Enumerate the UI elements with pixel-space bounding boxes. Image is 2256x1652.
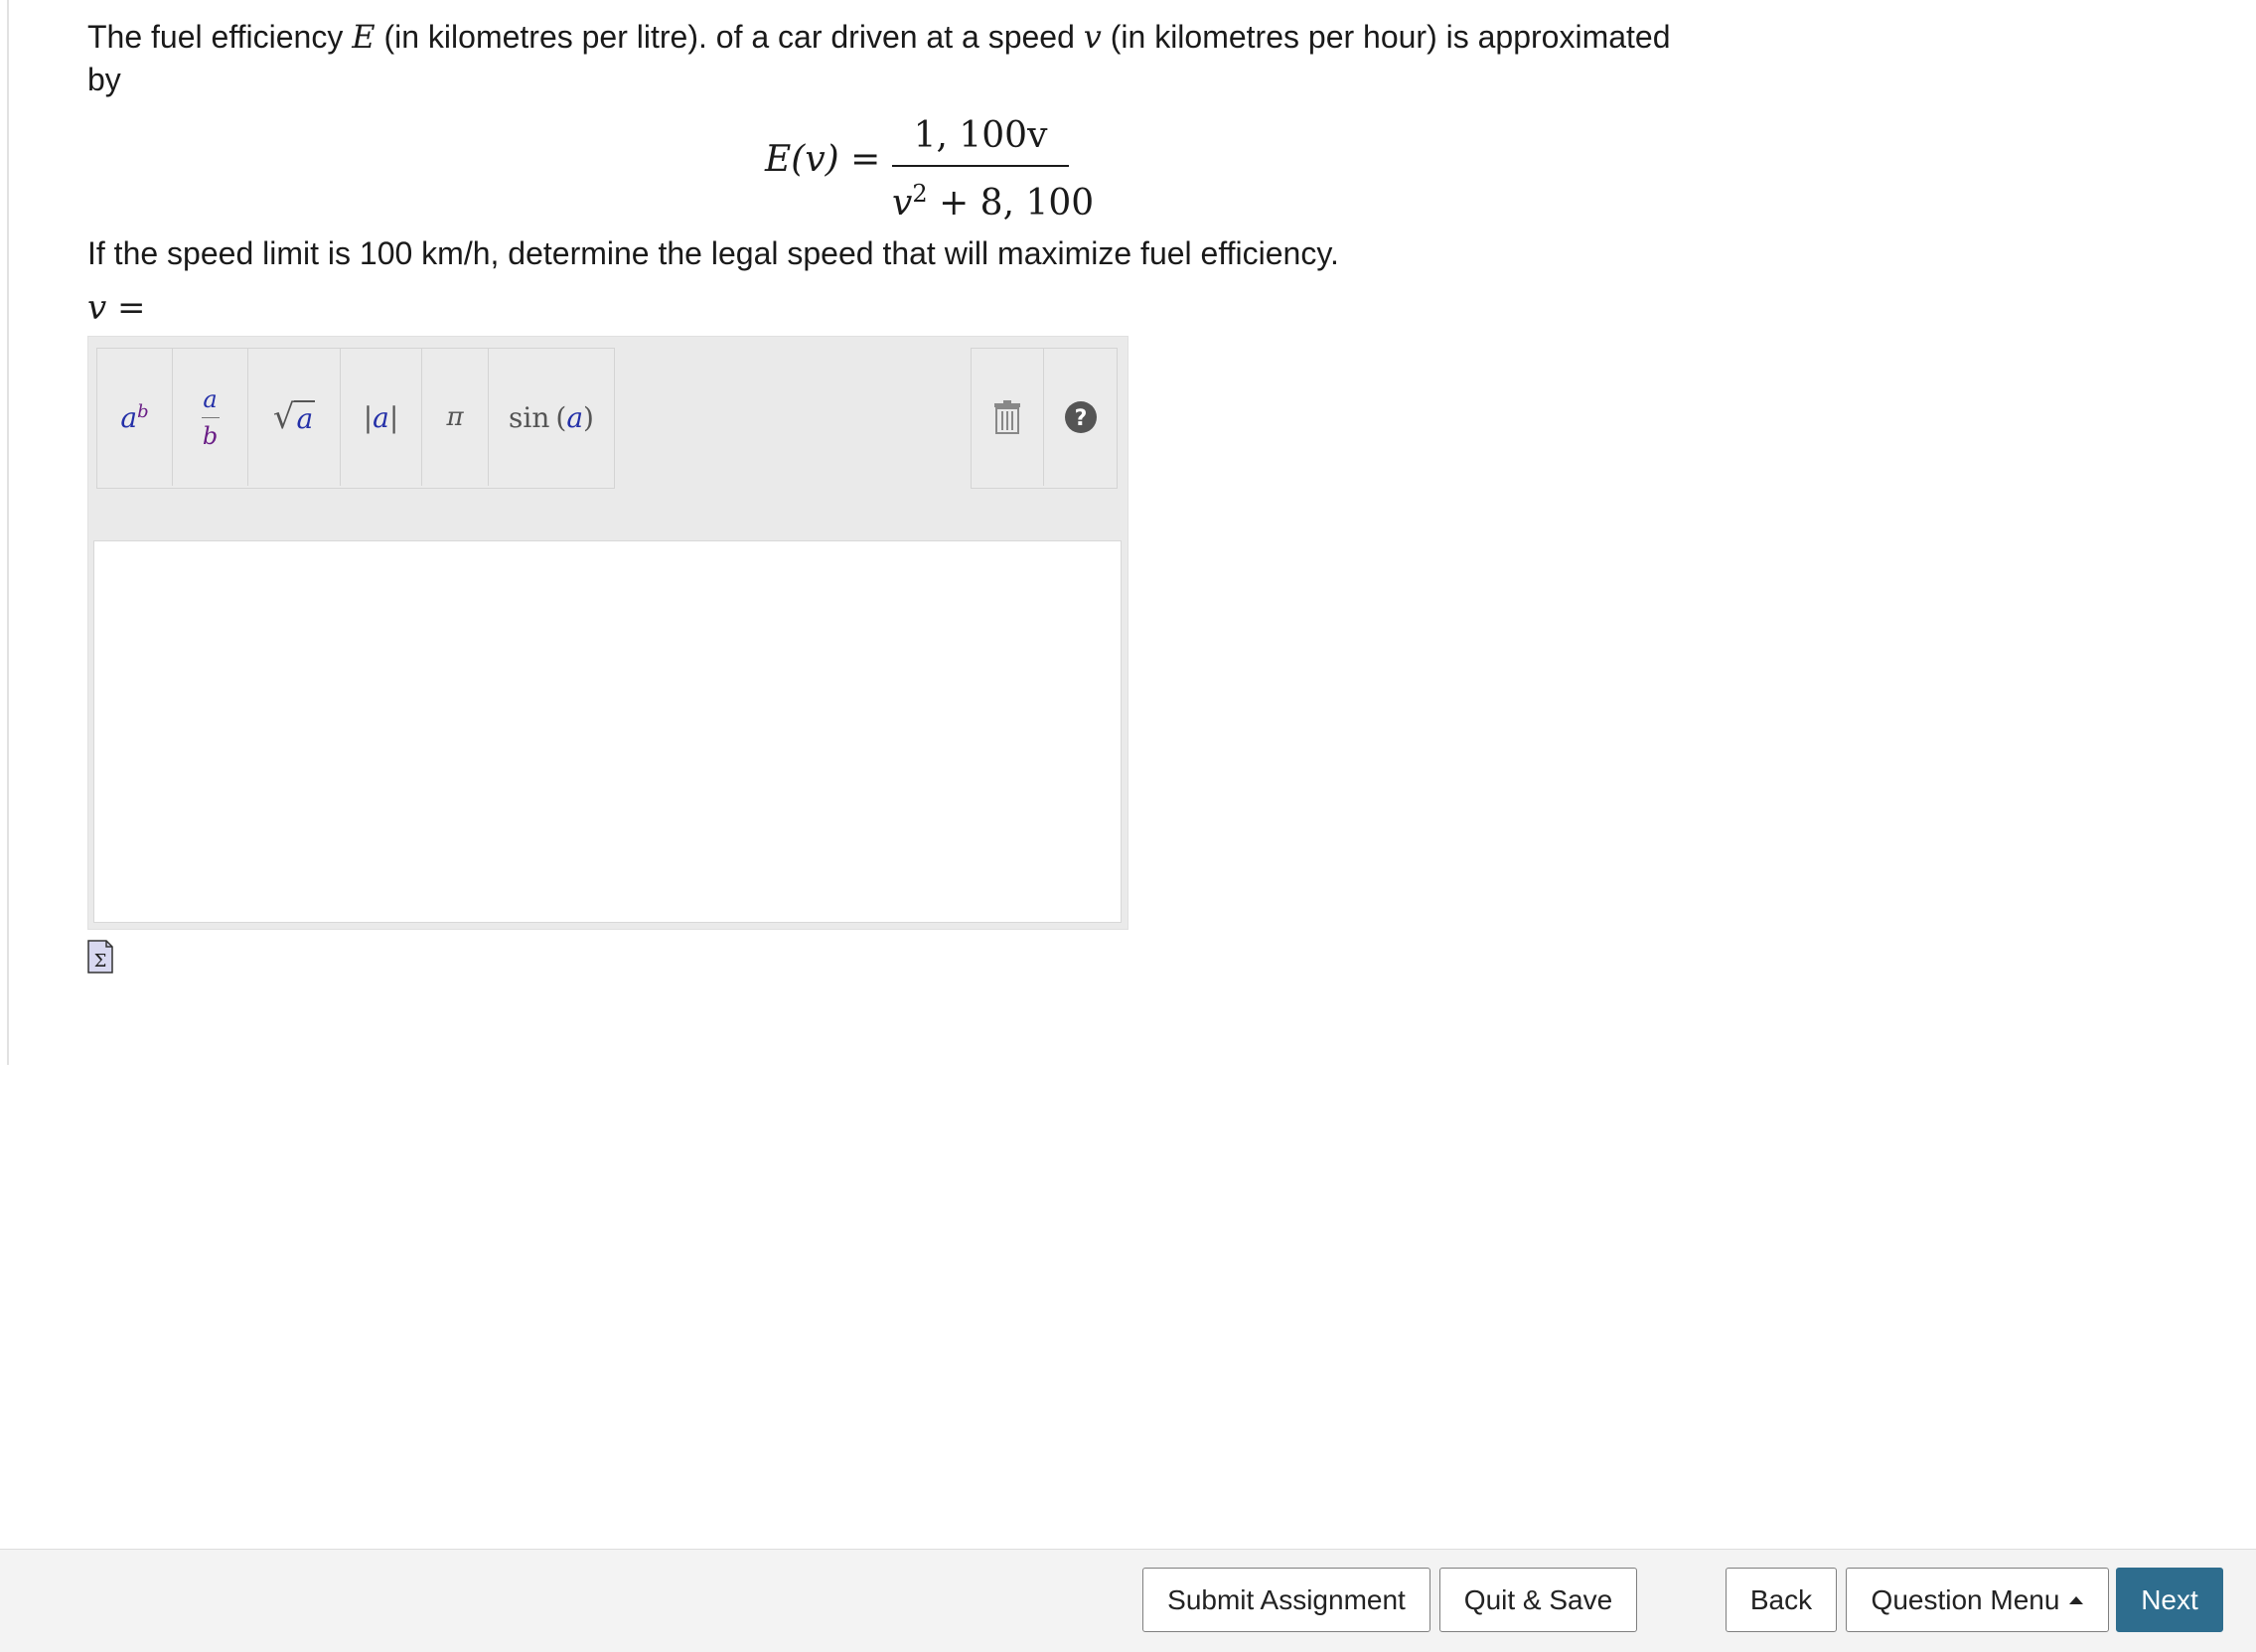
page: The fuel efficiency E (in kilometres per… bbox=[0, 0, 2256, 1652]
formula-fraction: 1, 100v v2 + 8, 100 bbox=[892, 113, 1095, 224]
question-prompt: If the speed limit is 100 km/h, determin… bbox=[87, 235, 1339, 271]
power-button[interactable]: ab bbox=[97, 349, 173, 486]
question-part-2: (in kilometres per litre). of a car driv… bbox=[375, 19, 1084, 55]
back-button[interactable]: Back bbox=[1726, 1568, 1837, 1632]
question-text: The fuel efficiency E (in kilometres per… bbox=[87, 16, 1677, 101]
math-editor: ab a b √ a | a | π sin(a) ? bbox=[87, 336, 1128, 930]
formula-denominator: v2 + 8, 100 bbox=[892, 180, 1095, 224]
pi-button[interactable]: π bbox=[422, 349, 489, 486]
formula-lhs: E(v) = bbox=[765, 139, 881, 180]
help-button[interactable]: ? bbox=[1044, 349, 1117, 486]
left-divider bbox=[7, 0, 9, 1065]
variable-v: v bbox=[1083, 18, 1102, 56]
sqrt-button[interactable]: √ a bbox=[248, 349, 341, 486]
answer-label: v = bbox=[87, 288, 146, 328]
sin-button[interactable]: sin(a) bbox=[489, 349, 614, 486]
svg-text:Σ: Σ bbox=[94, 951, 107, 972]
absolute-value-button[interactable]: | a | bbox=[341, 349, 422, 486]
footer-bar: Submit Assignment Quit & Save Back Quest… bbox=[0, 1549, 2256, 1652]
submit-assignment-button[interactable]: Submit Assignment bbox=[1142, 1568, 1430, 1632]
math-toolbar-right: ? bbox=[971, 348, 1118, 489]
trash-button[interactable] bbox=[972, 349, 1044, 486]
fraction-bar bbox=[892, 165, 1069, 167]
question-menu-button[interactable]: Question Menu bbox=[1846, 1568, 2109, 1632]
math-toolbar: ab a b √ a | a | π sin(a) bbox=[96, 348, 615, 489]
next-button[interactable]: Next bbox=[2116, 1568, 2223, 1632]
answer-input[interactable] bbox=[93, 540, 1122, 923]
variable-e: E bbox=[352, 18, 376, 56]
help-icon: ? bbox=[1064, 401, 1097, 433]
caret-up-icon bbox=[2069, 1595, 2084, 1604]
sigma-icon[interactable]: Σ bbox=[87, 940, 113, 974]
trash-icon bbox=[994, 400, 1020, 434]
quit-save-button[interactable]: Quit & Save bbox=[1439, 1568, 1637, 1632]
formula-numerator: 1, 100v bbox=[913, 115, 1048, 156]
fraction-button[interactable]: a b bbox=[173, 349, 248, 486]
svg-text:?: ? bbox=[1074, 406, 1087, 431]
question-part-1: The fuel efficiency bbox=[87, 19, 353, 55]
